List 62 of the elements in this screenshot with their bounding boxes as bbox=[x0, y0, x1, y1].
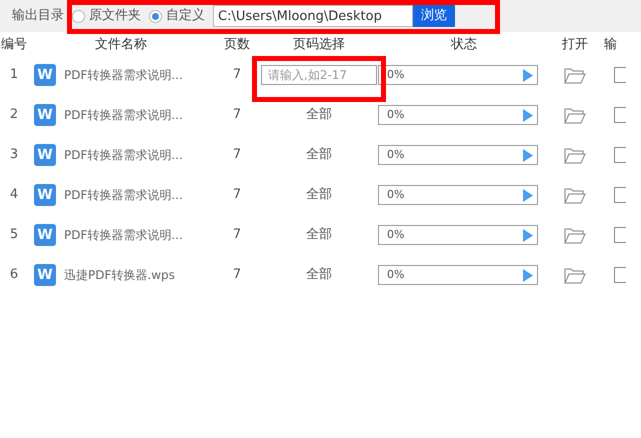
row-number: 2 bbox=[8, 106, 20, 124]
radio-label: 原文件夹 bbox=[89, 7, 141, 26]
output-directory-label: 输出目录 bbox=[12, 7, 64, 26]
file-name: PDF转换器需求说明... bbox=[64, 67, 183, 84]
folder-icon[interactable] bbox=[564, 66, 586, 84]
word-document-icon: W bbox=[34, 264, 56, 286]
folder-icon[interactable] bbox=[564, 146, 586, 164]
progress-text: 0% bbox=[387, 66, 404, 83]
file-name: PDF转换器需求说明... bbox=[64, 107, 183, 124]
folder-icon[interactable] bbox=[564, 106, 586, 124]
progress-text: 0% bbox=[387, 226, 404, 243]
column-header: 文件名称 bbox=[94, 36, 148, 54]
progress-text: 0% bbox=[387, 186, 404, 203]
file-name: PDF转换器需求说明... bbox=[64, 227, 183, 244]
word-document-icon: W bbox=[34, 104, 56, 126]
browse-button[interactable]: 浏览 bbox=[413, 5, 455, 27]
file-name: 迅捷PDF转换器.wps bbox=[64, 267, 175, 284]
file-name: PDF转换器需求说明... bbox=[64, 187, 183, 204]
play-icon[interactable] bbox=[523, 188, 533, 202]
page-count: 7 bbox=[232, 266, 242, 284]
page-count: 7 bbox=[232, 66, 242, 84]
progress-text: 0% bbox=[387, 106, 404, 123]
word-document-icon: W bbox=[34, 184, 56, 206]
play-icon[interactable] bbox=[523, 108, 533, 122]
page-range-text: 全部 bbox=[306, 186, 332, 204]
page-range-text: 全部 bbox=[306, 146, 332, 164]
column-header: 页码选择 bbox=[292, 36, 346, 54]
play-icon[interactable] bbox=[523, 68, 533, 82]
folder-icon[interactable] bbox=[564, 226, 586, 244]
page-count: 7 bbox=[232, 186, 242, 204]
row-number: 6 bbox=[8, 266, 20, 284]
page-count: 7 bbox=[232, 106, 242, 124]
column-header: 打开 bbox=[561, 36, 589, 54]
row-number: 3 bbox=[8, 146, 20, 164]
page-range-text: 全部 bbox=[306, 266, 332, 284]
folder-icon[interactable] bbox=[564, 266, 586, 284]
word-document-icon: W bbox=[34, 144, 56, 166]
word-document-icon: W bbox=[34, 224, 56, 246]
play-icon[interactable] bbox=[523, 228, 533, 242]
row-number: 5 bbox=[8, 226, 20, 244]
path-field[interactable]: C:\Users\Mloong\Desktop bbox=[213, 5, 413, 27]
folder-icon[interactable] bbox=[564, 186, 586, 204]
play-icon[interactable] bbox=[523, 268, 533, 282]
word-document-icon: W bbox=[34, 64, 56, 86]
radio-button[interactable] bbox=[72, 10, 85, 22]
progress-text: 0% bbox=[387, 146, 404, 163]
column-header: 编号 bbox=[0, 36, 28, 54]
file-name: PDF转换器需求说明... bbox=[64, 147, 183, 164]
page-count: 7 bbox=[232, 146, 242, 164]
radio-label: 自定义 bbox=[166, 7, 205, 26]
page-range-field[interactable]: 请输入,如2-17 bbox=[261, 65, 377, 85]
row-number: 4 bbox=[8, 186, 20, 204]
progress-text: 0% bbox=[387, 266, 404, 283]
page-range-text: 全部 bbox=[306, 106, 332, 124]
play-icon[interactable] bbox=[523, 148, 533, 162]
column-header: 输 bbox=[603, 36, 618, 54]
page-count: 7 bbox=[232, 226, 242, 244]
column-header: 页数 bbox=[223, 36, 251, 54]
column-header: 状态 bbox=[450, 36, 478, 54]
radio-button[interactable] bbox=[149, 10, 162, 22]
page-range-text: 全部 bbox=[306, 226, 332, 244]
row-number: 1 bbox=[8, 66, 20, 84]
